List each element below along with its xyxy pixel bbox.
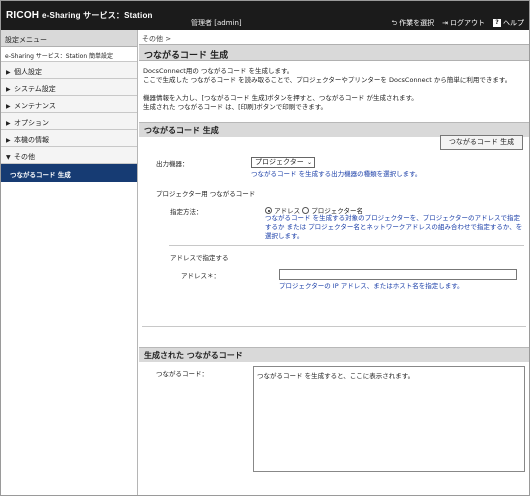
code-label: つながるコード： xyxy=(156,370,208,378)
address-label: アドレス＊： xyxy=(181,272,220,280)
chevron-down-icon: ▼ xyxy=(6,154,11,161)
help-link[interactable]: ? ヘルプ xyxy=(493,18,524,28)
output-device-help: つながるコード を生成する出力機器の種類を選択します。 xyxy=(251,170,422,178)
sidebar-item-system[interactable]: ▶ システム設定 xyxy=(1,79,137,96)
intro-text-3: 機器情報を入力し、[つながるコード 生成]ボタンを押すと、つながるコード が生成… xyxy=(143,94,418,102)
sidebar-item-generate-code[interactable]: つながるコード 生成 xyxy=(1,164,137,182)
brand-ricoh: RICOH xyxy=(6,10,40,21)
sidebar-subtitle: e-Sharing サービス：Station 簡単設定 xyxy=(1,47,137,62)
output-device-select[interactable]: プロジェクター ⌄ xyxy=(251,157,315,168)
address-group-title: アドレスで指定する xyxy=(170,254,229,262)
divider xyxy=(169,245,524,246)
generate-code-button[interactable]: つながるコード 生成 xyxy=(440,135,523,150)
sidebar-item-options[interactable]: ▶ オプション xyxy=(1,113,137,130)
brand-service-name: e-Sharing サービス：Station xyxy=(42,11,153,20)
select-task-label: 作業を選択 xyxy=(399,19,435,27)
output-device-value: プロジェクター xyxy=(255,158,304,166)
chevron-right-icon: ▶ xyxy=(6,69,11,76)
sidebar-item-label: システム設定 xyxy=(14,85,56,93)
sidebar-item-personal[interactable]: ▶ 個人設定 xyxy=(1,62,137,79)
sidebar-item-device-info[interactable]: ▶ 本機の情報 xyxy=(1,130,137,147)
chevron-right-icon: ▶ xyxy=(6,137,11,144)
spec-method-label: 指定方法： xyxy=(170,208,203,216)
sidebar-item-label: メンテナンス xyxy=(14,102,56,110)
address-help: プロジェクターの IP アドレス、またはホスト名を指定します。 xyxy=(279,282,464,290)
header-links: ⮌ 作業を選択 ⇥ ログアウト ? ヘルプ xyxy=(392,18,524,28)
divider xyxy=(142,326,526,327)
logout-icon: ⇥ xyxy=(442,18,448,27)
page-title: つながるコード 生成 xyxy=(139,44,529,61)
spec-method-help-3: 選択します。 xyxy=(265,232,304,240)
chevron-right-icon: ▶ xyxy=(6,86,11,93)
output-device-label: 出力機器： xyxy=(156,160,189,168)
intro-text-1: DocsConnect用の つながるコード を生成します。 xyxy=(143,67,294,75)
main-content: その他 > つながるコード 生成 DocsConnect用の つながるコード を… xyxy=(139,30,529,495)
admin-user-label: 管理者 [admin] xyxy=(191,19,242,27)
address-input[interactable] xyxy=(279,269,517,280)
logout-label: ログアウト xyxy=(450,19,485,27)
sidebar-item-label: その他 xyxy=(14,153,35,161)
chevron-right-icon: ▶ xyxy=(6,120,11,127)
intro-text-4: 生成された つながるコード は、[印刷]ボタンで印刷できます。 xyxy=(143,103,328,111)
breadcrumb[interactable]: その他 > xyxy=(142,34,171,44)
app-header: RICOH e-Sharing サービス：Station 管理者 [admin]… xyxy=(1,1,529,30)
back-arrow-icon: ⮌ xyxy=(391,18,398,27)
sidebar-item-label: オプション xyxy=(14,119,49,127)
spec-method-help-2: するか または プロジェクター名とネットワークアドレスの組み合わせで指定するか、… xyxy=(265,223,523,231)
sidebar-item-label: 個人設定 xyxy=(14,68,42,76)
select-task-link[interactable]: ⮌ 作業を選択 xyxy=(392,18,435,28)
settings-sidebar: 設定メニュー e-Sharing サービス：Station 簡単設定 ▶ 個人設定… xyxy=(1,30,138,495)
radio-address[interactable] xyxy=(265,207,272,214)
section-generated-code: 生成された つながるコード xyxy=(139,347,529,362)
chevron-right-icon: ▶ xyxy=(6,103,11,110)
projector-group-title: プロジェクター用 つながるコード xyxy=(156,190,256,198)
sidebar-title: 設定メニュー xyxy=(1,30,137,47)
chevron-down-icon: ⌄ xyxy=(306,159,312,166)
help-icon: ? xyxy=(493,19,501,27)
sidebar-item-label: 本機の情報 xyxy=(14,136,49,144)
sidebar-item-maintenance[interactable]: ▶ メンテナンス xyxy=(1,96,137,113)
intro-text-2: ここで生成した つながるコード を読み取ることで、プロジェクターやプリンターを … xyxy=(143,76,512,84)
radio-projector-name[interactable] xyxy=(302,207,310,214)
spec-method-help-1: つながるコード を生成する対象のプロジェクターを、プロジェクターのアドレスで指定 xyxy=(265,214,521,222)
help-label: ヘルプ xyxy=(503,19,524,27)
logout-link[interactable]: ⇥ ログアウト xyxy=(442,18,485,28)
sidebar-item-other[interactable]: ▼ その他 xyxy=(1,147,137,164)
brand-logo: RICOH e-Sharing サービス：Station xyxy=(6,10,153,21)
generated-code-area[interactable]: つながるコード を生成すると、ここに表示されます。 xyxy=(253,366,525,472)
